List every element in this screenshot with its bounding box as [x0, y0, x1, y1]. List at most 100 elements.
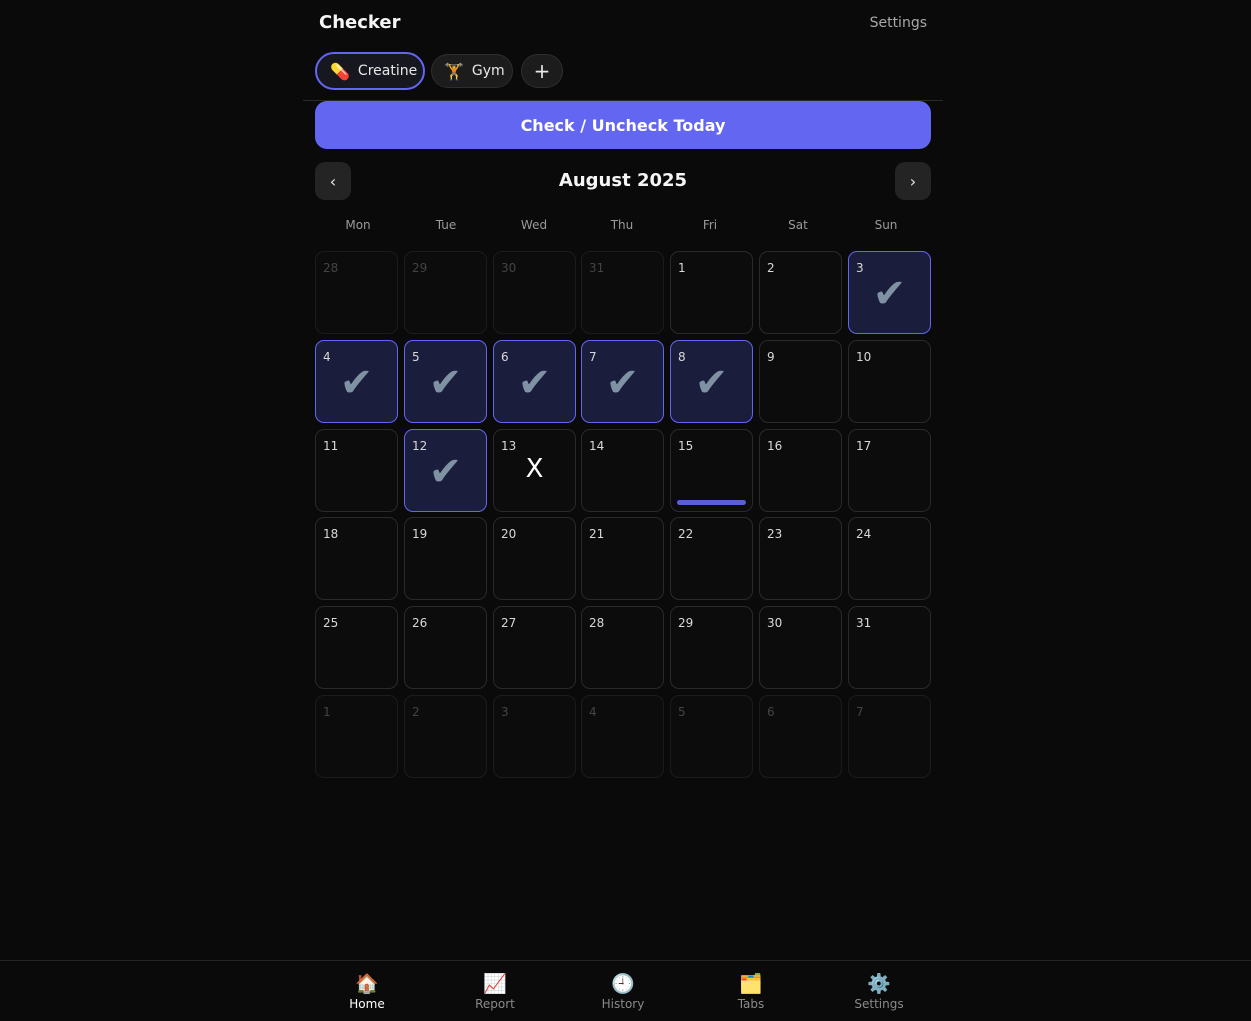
check-today-button[interactable]: Check / Uncheck Today — [315, 101, 931, 149]
calendar-day[interactable]: 3 ✔ — [848, 251, 931, 334]
calendar-day[interactable]: 6 — [759, 695, 842, 778]
calendar-day[interactable]: 30 — [493, 251, 576, 334]
day-number: 13 — [501, 439, 517, 453]
day-number: 11 — [323, 439, 339, 453]
today-indicator — [677, 500, 746, 505]
calendar-day[interactable]: 26 — [404, 606, 487, 689]
day-number: 2 — [412, 705, 420, 719]
nav-label: Settings — [854, 997, 904, 1011]
bottom-nav: 🏠 Home 📈 Report 🕘 History 🗂️ Tabs ⚙️ Set… — [0, 960, 1251, 1021]
calendar-day[interactable]: 8 ✔ — [670, 340, 753, 423]
checkmark-icon: ✔ — [872, 271, 907, 317]
calendar-day[interactable]: 22 — [670, 517, 753, 600]
calendar-day[interactable]: 1 — [315, 695, 398, 778]
nav-settings[interactable]: ⚙️ Settings — [839, 973, 919, 1011]
pill-icon: 💊 — [330, 61, 350, 81]
calendar-day[interactable]: 29 — [404, 251, 487, 334]
calendar-day[interactable]: 14 — [581, 429, 664, 512]
calendar-day[interactable]: 9 — [759, 340, 842, 423]
calendar-day[interactable]: 5 ✔ — [404, 340, 487, 423]
day-number: 14 — [589, 439, 605, 453]
day-number: 29 — [412, 261, 428, 275]
app-title: Checker — [319, 12, 401, 33]
day-number: 5 — [412, 350, 420, 364]
day-number: 19 — [412, 527, 428, 541]
calendar-day[interactable]: 1 — [670, 251, 753, 334]
day-number: 26 — [412, 616, 428, 630]
checkmark-icon: ✔ — [428, 449, 463, 495]
calendar-day[interactable]: 4 — [581, 695, 664, 778]
checkmark-icon: ✔ — [339, 360, 374, 406]
day-number: 31 — [589, 261, 605, 275]
weekday-label: Sat — [788, 218, 808, 232]
calendar-day[interactable]: 7 — [848, 695, 931, 778]
nav-label: Tabs — [737, 997, 765, 1011]
calendar-day[interactable]: 2 — [404, 695, 487, 778]
calendar-day[interactable]: 12 ✔ — [404, 429, 487, 512]
nav-home[interactable]: 🏠 Home — [327, 973, 407, 1011]
calendar-day[interactable]: 29 — [670, 606, 753, 689]
day-number: 18 — [323, 527, 339, 541]
day-number: 24 — [856, 527, 872, 541]
nav-tabs[interactable]: 🗂️ Tabs — [711, 973, 791, 1011]
next-month-button[interactable]: › — [895, 162, 931, 200]
chart-icon: 📈 — [483, 973, 507, 995]
calendar-day[interactable]: 7 ✔ — [581, 340, 664, 423]
calendar-day[interactable]: 20 — [493, 517, 576, 600]
calendar-day[interactable]: 5 — [670, 695, 753, 778]
calendar-day[interactable]: 31 — [581, 251, 664, 334]
day-number: 12 — [412, 439, 428, 453]
weightlifter-icon: 🏋 — [444, 61, 464, 81]
tab-creatine[interactable]: 💊 Creatine — [315, 52, 425, 90]
calendar-day[interactable]: 13 X — [493, 429, 576, 512]
calendar-day[interactable]: 11 — [315, 429, 398, 512]
calendar-day[interactable]: 3 — [493, 695, 576, 778]
calendar-day[interactable]: 24 — [848, 517, 931, 600]
calendar-day[interactable]: 28 — [315, 251, 398, 334]
day-number: 5 — [678, 705, 686, 719]
calendar-day[interactable]: 25 — [315, 606, 398, 689]
home-icon: 🏠 — [355, 973, 379, 995]
day-number: 6 — [501, 350, 509, 364]
calendar-day[interactable]: 6 ✔ — [493, 340, 576, 423]
day-number: 4 — [323, 350, 331, 364]
calendar-day[interactable]: 19 — [404, 517, 487, 600]
calendar-day[interactable]: 23 — [759, 517, 842, 600]
day-number: 10 — [856, 350, 872, 364]
tab-gym[interactable]: 🏋 Gym — [431, 54, 513, 88]
nav-report[interactable]: 📈 Report — [455, 973, 535, 1011]
calendar-day[interactable]: 28 — [581, 606, 664, 689]
calendar-day[interactable]: 31 — [848, 606, 931, 689]
calendar-day[interactable]: 17 — [848, 429, 931, 512]
day-number: 8 — [678, 350, 686, 364]
gear-icon: ⚙️ — [867, 973, 891, 995]
chevron-right-icon: › — [909, 171, 917, 191]
nav-history[interactable]: 🕘 History — [583, 973, 663, 1011]
day-number: 22 — [678, 527, 694, 541]
day-number: 2 — [767, 261, 775, 275]
weekday-header: Mon Tue Wed Thu Fri Sat Sun — [315, 218, 931, 234]
settings-link[interactable]: Settings — [870, 15, 927, 31]
checkmark-icon: ✔ — [605, 360, 640, 406]
calendar-day[interactable]: 15 — [670, 429, 753, 512]
calendar-day[interactable]: 10 — [848, 340, 931, 423]
day-number: 30 — [767, 616, 783, 630]
add-tab-button[interactable]: + — [521, 54, 563, 88]
weekday-label: Fri — [702, 218, 718, 232]
header: Checker Settings — [319, 12, 927, 36]
calendar-day[interactable]: 2 — [759, 251, 842, 334]
calendar-day[interactable]: 4 ✔ — [315, 340, 398, 423]
folder-icon: 🗂️ — [739, 973, 763, 995]
weekday-label: Tue — [435, 218, 457, 232]
calendar-day[interactable]: 21 — [581, 517, 664, 600]
calendar-day[interactable]: 18 — [315, 517, 398, 600]
day-number: 25 — [323, 616, 339, 630]
day-number: 27 — [501, 616, 517, 630]
weekday-label: Sun — [874, 218, 898, 232]
plus-icon: + — [533, 59, 551, 83]
day-number: 15 — [678, 439, 694, 453]
calendar-day[interactable]: 30 — [759, 606, 842, 689]
calendar-day[interactable]: 16 — [759, 429, 842, 512]
calendar-day[interactable]: 27 — [493, 606, 576, 689]
day-number: 23 — [767, 527, 783, 541]
